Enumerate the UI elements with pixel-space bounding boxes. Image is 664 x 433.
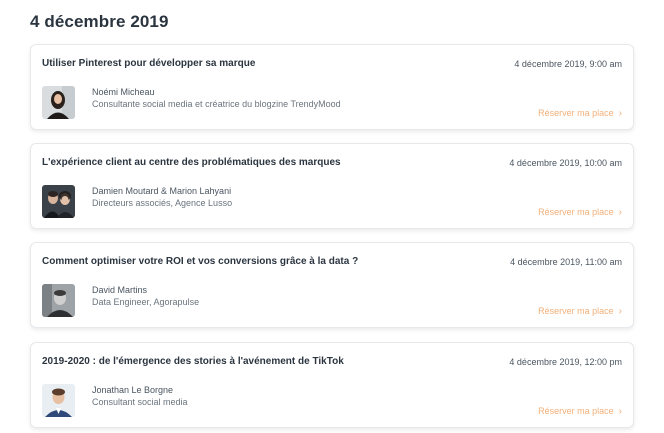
reserve-label: Réserver ma place bbox=[538, 306, 614, 316]
day-title: 4 décembre 2019 bbox=[30, 12, 169, 31]
speaker-name: Damien Moutard & Marion Lahyani bbox=[92, 186, 232, 196]
reserve-link[interactable]: Réserver ma place › bbox=[538, 306, 622, 316]
session-title: L'expérience client au centre des problé… bbox=[42, 157, 341, 168]
session-card: 2019-2020 : de l'émergence des stories à… bbox=[30, 342, 634, 428]
speaker-name: David Martins bbox=[92, 285, 148, 295]
session-date: 4 décembre 2019, 10:00 am bbox=[509, 158, 622, 168]
reserve-link[interactable]: Réserver ma place › bbox=[538, 207, 622, 217]
speaker-name: Noémi Micheau bbox=[92, 87, 155, 97]
session-date: 4 décembre 2019, 9:00 am bbox=[514, 59, 622, 69]
session-date: 4 décembre 2019, 11:00 am bbox=[510, 257, 622, 267]
chevron-right-icon: › bbox=[618, 405, 622, 417]
avatar bbox=[42, 86, 75, 119]
avatar bbox=[42, 185, 75, 218]
chevron-right-icon: › bbox=[618, 206, 622, 218]
chevron-right-icon: › bbox=[618, 107, 622, 119]
reserve-label: Réserver ma place bbox=[538, 207, 614, 217]
session-date: 4 décembre 2019, 12:00 pm bbox=[509, 357, 622, 367]
speaker-role: Consultante social media et créatrice du… bbox=[92, 99, 341, 109]
chevron-right-icon: › bbox=[618, 305, 622, 317]
avatar bbox=[42, 384, 75, 417]
speaker-name: Jonathan Le Borgne bbox=[92, 385, 174, 395]
speaker-role: Consultant social media bbox=[92, 397, 188, 407]
reserve-label: Réserver ma place bbox=[538, 406, 614, 416]
reserve-link[interactable]: Réserver ma place › bbox=[538, 406, 622, 416]
session-title: Utiliser Pinterest pour développer sa ma… bbox=[42, 58, 256, 69]
session-card: Comment optimiser votre ROI et vos conve… bbox=[30, 242, 634, 328]
speaker-role: Data Engineer, Agorapulse bbox=[92, 297, 200, 307]
session-card: L'expérience client au centre des problé… bbox=[30, 143, 634, 229]
session-title: Comment optimiser votre ROI et vos conve… bbox=[42, 256, 359, 267]
reserve-label: Réserver ma place bbox=[538, 108, 614, 118]
avatar bbox=[42, 284, 75, 317]
session-card: Utiliser Pinterest pour développer sa ma… bbox=[30, 44, 634, 130]
speaker-role: Directeurs associés, Agence Lusso bbox=[92, 198, 233, 208]
reserve-link[interactable]: Réserver ma place › bbox=[538, 108, 622, 118]
session-title: 2019-2020 : de l'émergence des stories à… bbox=[42, 356, 344, 367]
